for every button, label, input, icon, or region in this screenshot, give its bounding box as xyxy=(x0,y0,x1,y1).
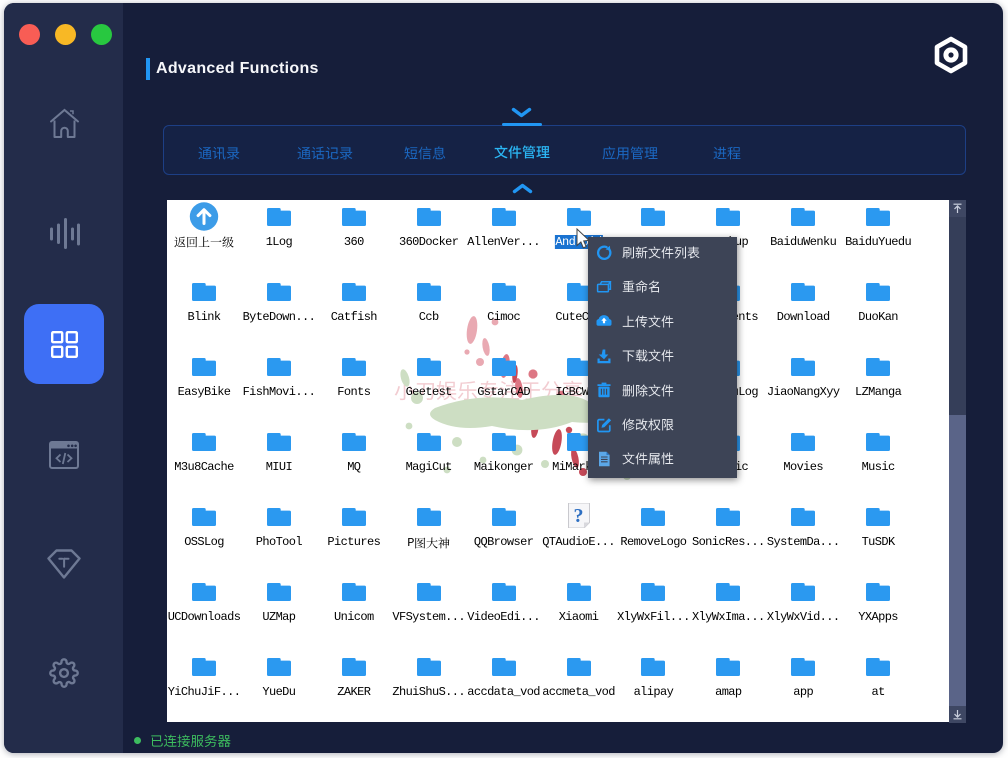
svg-text:?: ? xyxy=(573,505,583,527)
